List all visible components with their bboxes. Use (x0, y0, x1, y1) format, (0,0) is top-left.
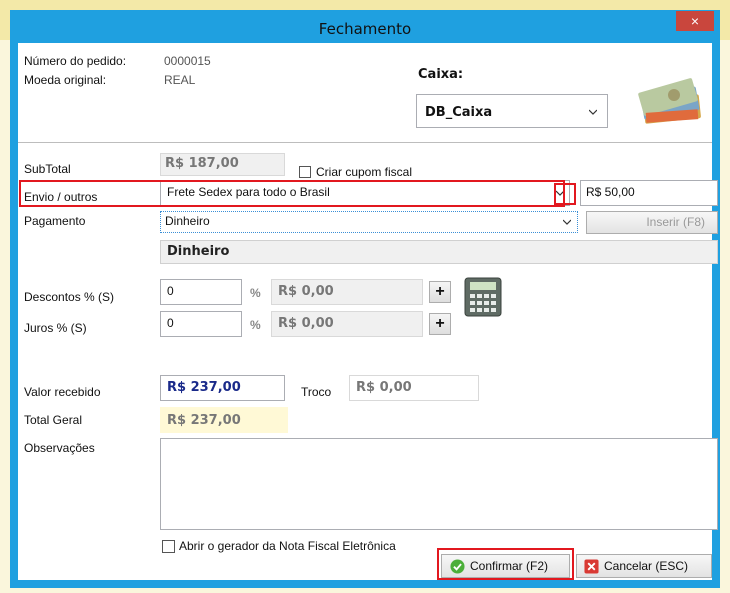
troco-label: Troco (301, 385, 332, 399)
juros-add-button[interactable]: + (429, 313, 451, 335)
cancel-label: Cancelar (ESC) (604, 559, 689, 573)
fechamento-dialog: Fechamento × Número do pedido: 0000015 M… (10, 10, 720, 588)
pagamento-label: Pagamento (24, 214, 86, 228)
cancel-button[interactable]: Cancelar (ESC) (576, 554, 712, 578)
valor-recebido-label: Valor recebido (24, 385, 101, 399)
descontos-input[interactable]: 0 (160, 279, 242, 305)
caixa-label: Caixa: (418, 67, 464, 82)
descontos-add-button[interactable]: + (429, 281, 451, 303)
valor-recebido-input[interactable]: R$ 237,00 (160, 375, 285, 401)
descontos-percent: % (250, 286, 261, 300)
currency-label: Moeda original: (24, 73, 107, 87)
juros-label: Juros % (S) (24, 321, 87, 335)
chevron-down-icon (563, 219, 571, 225)
juros-input[interactable]: 0 (160, 311, 242, 337)
order-number-value: 0000015 (164, 54, 211, 68)
dialog-content: Número do pedido: 0000015 Moeda original… (18, 43, 718, 580)
total-geral-label: Total Geral (24, 413, 83, 427)
observacoes-textarea[interactable] (160, 438, 718, 530)
window-title: Fechamento (318, 20, 412, 38)
total-geral-field: R$ 237,00 (160, 407, 288, 433)
cupom-label: Criar cupom fiscal (316, 165, 413, 179)
header-separator (18, 142, 712, 143)
chevron-down-icon (589, 109, 597, 115)
nfe-label: Abrir o gerador da Nota Fiscal Eletrônic… (179, 539, 396, 553)
pagamento-select-value: Dinheiro (165, 214, 210, 228)
envio-highlight (19, 180, 565, 207)
title-bar: Fechamento × (10, 10, 720, 43)
order-number-label: Número do pedido: (24, 54, 127, 68)
subtotal-label: SubTotal (24, 162, 71, 176)
observacoes-label: Observações (24, 441, 95, 455)
payment-list-item[interactable]: Dinheiro (160, 240, 718, 264)
troco-field: R$ 0,00 (349, 375, 479, 401)
juros-amount: R$ 0,00 (271, 311, 423, 337)
descontos-label: Descontos % (S) (24, 290, 115, 304)
caixa-select[interactable]: DB_Caixa (416, 94, 608, 128)
currency-value: REAL (164, 73, 196, 87)
subtotal-field: R$ 187,00 (160, 153, 285, 176)
close-button[interactable]: × (676, 11, 714, 31)
descontos-amount: R$ 0,00 (271, 279, 423, 305)
juros-percent: % (250, 318, 261, 332)
cupom-checkbox[interactable] (299, 166, 311, 178)
envio-dropdown-highlight (554, 183, 576, 205)
confirm-highlight (437, 548, 574, 580)
calculator-icon[interactable] (464, 277, 502, 317)
inserir-button[interactable]: Inserir (F8) (586, 211, 718, 234)
nfe-checkbox[interactable] (162, 540, 175, 553)
money-bills-icon (638, 78, 701, 124)
x-box-icon (584, 559, 599, 574)
pagamento-select[interactable]: Dinheiro (160, 211, 578, 233)
envio-amount-field[interactable]: R$ 50,00 (580, 180, 718, 206)
caixa-select-value: DB_Caixa (425, 105, 493, 120)
